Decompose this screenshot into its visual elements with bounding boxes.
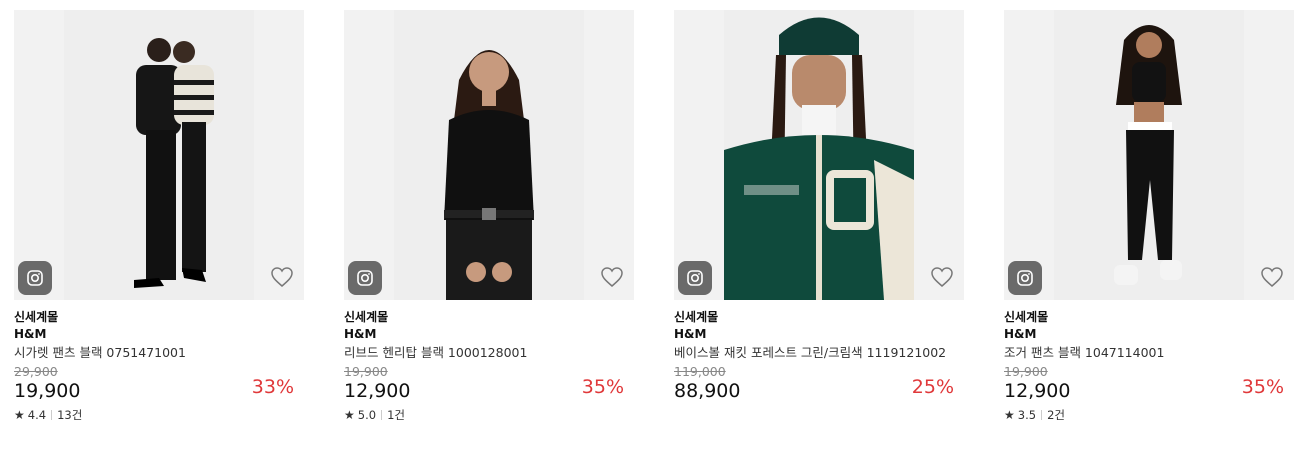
product-info: 신세계몰 H&M 시가렛 팬츠 블랙 0751471001 29,900 19,…	[14, 300, 304, 423]
heart-outline-icon[interactable]	[600, 266, 624, 288]
store-name[interactable]: 신세계몰	[674, 309, 964, 325]
product-info: 신세계몰 H&M 베이스볼 재킷 포레스트 그린/크림색 1119121002 …	[674, 300, 964, 403]
product-card[interactable]: 신세계몰 H&M 베이스볼 재킷 포레스트 그린/크림색 1119121002 …	[674, 10, 964, 403]
brand-name[interactable]: H&M	[1004, 326, 1294, 342]
store-name[interactable]: 신세계몰	[14, 309, 304, 325]
store-name[interactable]: 신세계몰	[1004, 309, 1294, 325]
discount-rate: 33%	[251, 376, 294, 398]
brand-name[interactable]: H&M	[674, 326, 964, 342]
review-count: 2건	[1047, 408, 1065, 422]
divider	[1041, 410, 1043, 420]
instagram-icon[interactable]	[678, 261, 712, 295]
product-card[interactable]: 신세계몰 H&M 조거 팬츠 블랙 1047114001 19,900 12,9…	[1004, 10, 1294, 423]
divider	[51, 410, 53, 420]
product-grid: 신세계몰 H&M 시가렛 팬츠 블랙 0751471001 29,900 19,…	[0, 0, 1296, 458]
divider	[381, 410, 383, 420]
product-image[interactable]	[14, 10, 304, 300]
product-info: 신세계몰 H&M 조거 팬츠 블랙 1047114001 19,900 12,9…	[1004, 300, 1294, 423]
product-card[interactable]: 신세계몰 H&M 시가렛 팬츠 블랙 0751471001 29,900 19,…	[14, 10, 304, 423]
review-summary[interactable]: ★ 5.0 1건	[344, 407, 634, 423]
product-name[interactable]: 베이스볼 재킷 포레스트 그린/크림색 1119121002	[674, 344, 964, 361]
discount-rate: 35%	[1241, 376, 1284, 398]
instagram-icon[interactable]	[1008, 261, 1042, 295]
product-name[interactable]: 리브드 헨리탑 블랙 1000128001	[344, 344, 634, 361]
discount-rate: 25%	[911, 376, 954, 398]
star-icon: ★	[14, 408, 25, 422]
product-info: 신세계몰 H&M 리브드 헨리탑 블랙 1000128001 19,900 12…	[344, 300, 634, 423]
rating-score: 3.5	[1017, 408, 1037, 422]
product-card[interactable]: 신세계몰 H&M 리브드 헨리탑 블랙 1000128001 19,900 12…	[344, 10, 634, 423]
product-name[interactable]: 조거 팬츠 블랙 1047114001	[1004, 344, 1294, 361]
product-photo	[1054, 10, 1244, 300]
price-row: 12,900 35%	[1004, 376, 1294, 403]
price-row: 19,900 33%	[14, 376, 304, 403]
review-summary[interactable]: ★ 3.5 2건	[1004, 407, 1294, 423]
review-count: 13건	[57, 408, 83, 422]
brand-name[interactable]: H&M	[14, 326, 304, 342]
star-icon: ★	[344, 408, 355, 422]
heart-outline-icon[interactable]	[930, 266, 954, 288]
star-icon: ★	[1004, 408, 1015, 422]
instagram-icon[interactable]	[18, 261, 52, 295]
product-image[interactable]	[674, 10, 964, 300]
rating-score: 5.0	[357, 408, 377, 422]
review-summary[interactable]: ★ 4.4 13건	[14, 407, 304, 423]
rating-score: 4.4	[27, 408, 47, 422]
product-photo	[724, 10, 914, 300]
product-image[interactable]	[1004, 10, 1294, 300]
heart-outline-icon[interactable]	[1260, 266, 1284, 288]
product-image[interactable]	[344, 10, 634, 300]
heart-outline-icon[interactable]	[270, 266, 294, 288]
price-row: 88,900 25%	[674, 376, 964, 403]
review-count: 1건	[387, 408, 405, 422]
instagram-icon[interactable]	[348, 261, 382, 295]
brand-name[interactable]: H&M	[344, 326, 634, 342]
product-photo	[64, 10, 254, 300]
discount-rate: 35%	[581, 376, 624, 398]
product-name[interactable]: 시가렛 팬츠 블랙 0751471001	[14, 344, 304, 361]
store-name[interactable]: 신세계몰	[344, 309, 634, 325]
product-photo	[394, 10, 584, 300]
price-row: 12,900 35%	[344, 376, 634, 403]
